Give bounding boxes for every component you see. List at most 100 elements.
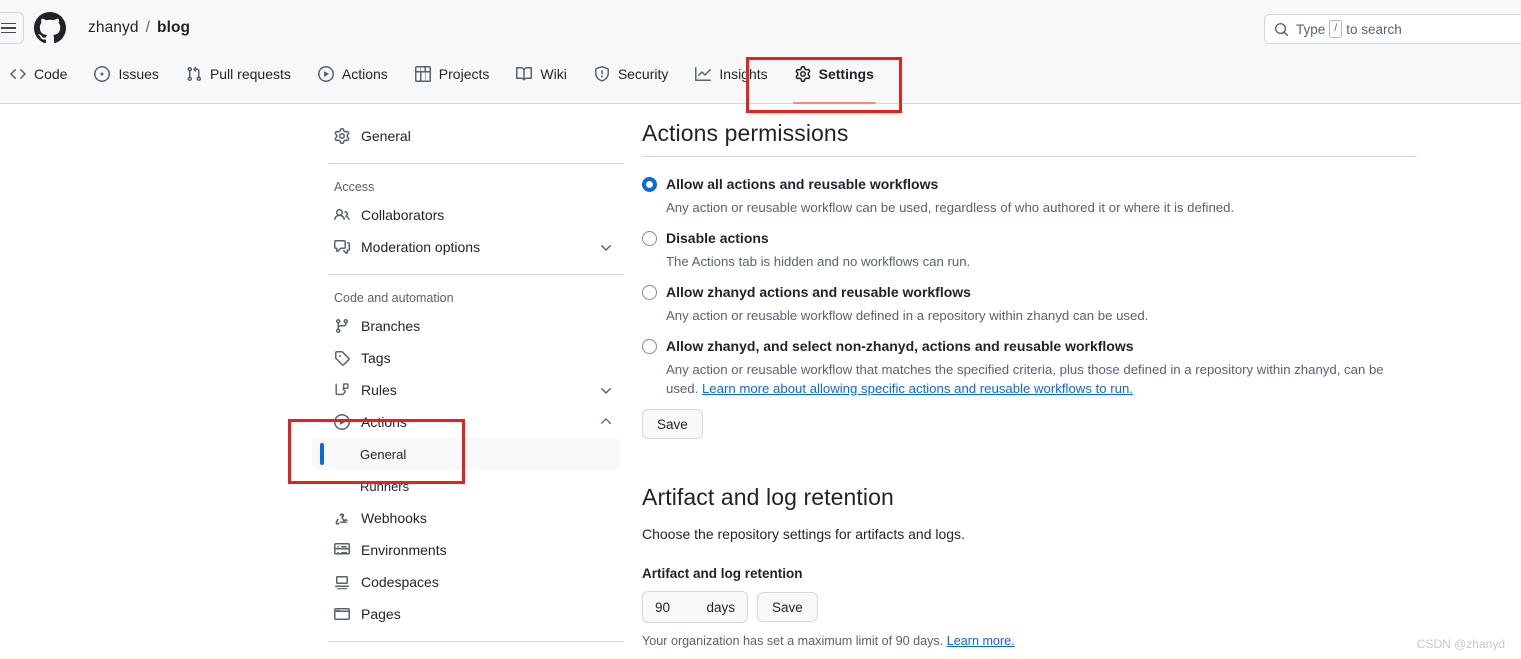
chevron-down-icon[interactable] [598, 382, 614, 398]
sidebar-item-label: Moderation options [361, 239, 481, 255]
retention-hint-text: Your organization has set a maximum limi… [642, 634, 947, 648]
radio-description: The Actions tab is hidden and no workflo… [666, 254, 971, 269]
radio-label: Allow zhanyd actions and reusable workfl… [666, 284, 971, 300]
radio-allow-all[interactable] [642, 177, 657, 192]
nav-tab-label: Projects [438, 65, 490, 82]
sidebar-divider [328, 274, 624, 275]
sidebar-item-environments[interactable]: Environments [312, 534, 624, 566]
sidebar-subitem-label: Runners [360, 478, 410, 494]
breadcrumb-separator: / [145, 19, 151, 36]
learn-more-specific-actions-link[interactable]: Learn more about allowing specific actio… [702, 381, 1133, 396]
radio-label: Disable actions [666, 230, 769, 246]
git-branch-icon [335, 319, 348, 334]
page-header: zhanyd / blog Type / to search [0, 0, 1521, 56]
search-placeholder: Type / to search [1296, 20, 1402, 38]
radio-label: Allow zhanyd, and select non-zhanyd, act… [666, 338, 1134, 354]
radio-allow-owner[interactable] [642, 285, 657, 300]
nav-tab-label: Wiki [540, 65, 567, 82]
sidebar-item-collaborators[interactable]: Collaborators [312, 199, 624, 231]
save-permissions-button[interactable]: Save [642, 409, 703, 439]
sidebar-item-label: Collaborators [361, 207, 445, 223]
sidebar-section-access: Access [334, 180, 375, 194]
radio-label: Allow all actions and reusable workflows [666, 176, 939, 192]
sidebar-item-pages[interactable]: Pages [312, 598, 624, 630]
sidebar-item-label: Actions [361, 414, 407, 430]
gear-icon [795, 65, 811, 82]
sidebar-item-branches[interactable]: Branches [312, 310, 624, 342]
radio-disable-actions[interactable] [642, 231, 657, 246]
radio-allow-select[interactable] [642, 339, 657, 354]
nav-tab-projects[interactable]: Projects [405, 57, 500, 90]
settings-sidebar: General Access Collaborators Moderation … [312, 120, 624, 653]
radio-description: Any action or reusable workflow can be u… [666, 200, 1235, 215]
gear-icon [334, 128, 350, 144]
retention-days-input[interactable]: 90 days [642, 591, 748, 623]
sidebar-subitem-actions-runners[interactable]: Runners [312, 470, 620, 502]
sidebar-subitem-actions-general[interactable]: General [312, 438, 620, 470]
search-icon [1274, 22, 1289, 36]
github-settings-page: zhanyd / blog Type / to search Code Issu… [0, 0, 1521, 659]
retention-unit: days [706, 599, 735, 615]
retention-value: 90 [655, 599, 671, 615]
chevron-up-icon[interactable] [598, 414, 614, 430]
server-icon [334, 543, 350, 555]
nav-tab-issues[interactable]: Issues [84, 57, 168, 90]
git-pull-request-icon [187, 66, 201, 81]
sidebar-item-label: Webhooks [361, 510, 427, 526]
permission-option-allow-all[interactable]: Allow all actions and reusable workflows [642, 174, 1417, 195]
sidebar-item-rules[interactable]: Rules [312, 374, 624, 406]
slash-key-badge: / [1329, 20, 1343, 38]
sidebar-item-codespaces[interactable]: Codespaces [312, 566, 624, 598]
sidebar-subitem-label: General [360, 446, 407, 462]
permission-option-allow-select[interactable]: Allow zhanyd, and select non-zhanyd, act… [642, 336, 1417, 357]
github-logo-icon[interactable] [34, 12, 66, 44]
rules-icon [335, 383, 349, 396]
permission-option-disable-actions[interactable]: Disable actions [642, 228, 1417, 249]
breadcrumb-owner[interactable]: zhanyd [88, 19, 139, 37]
sidebar-divider [328, 163, 624, 164]
nav-tab-label: Insights [719, 65, 768, 82]
sidebar-item-tags[interactable]: Tags [312, 342, 624, 374]
tag-icon [335, 351, 350, 366]
sidebar-item-label: Pages [361, 606, 401, 622]
nav-tab-security[interactable]: Security [584, 57, 679, 90]
sidebar-item-label: General [361, 128, 411, 144]
sidebar-item-general[interactable]: General [312, 120, 624, 152]
nav-tab-wiki[interactable]: Wiki [506, 57, 576, 90]
artifact-retention-field-label: Artifact and log retention [642, 566, 803, 581]
comment-discussion-icon [334, 240, 350, 254]
people-icon [334, 208, 350, 221]
graph-icon [695, 66, 712, 81]
nav-tab-code[interactable]: Code [0, 57, 77, 90]
nav-tab-label: Issues [118, 65, 159, 82]
sidebar-item-label: Tags [361, 350, 391, 366]
codespaces-icon [335, 576, 349, 590]
nav-tab-settings[interactable]: Settings [785, 57, 884, 104]
sidebar-item-moderation-options[interactable]: Moderation options [312, 231, 624, 263]
book-icon [516, 66, 533, 80]
permission-option-allow-owner[interactable]: Allow zhanyd actions and reusable workfl… [642, 282, 1417, 303]
chevron-down-icon[interactable] [598, 239, 614, 255]
breadcrumb-repo[interactable]: blog [157, 19, 190, 37]
artifact-retention-heading: Artifact and log retention [642, 484, 894, 510]
sidebar-item-webhooks[interactable]: Webhooks [312, 502, 624, 534]
nav-tab-actions[interactable]: Actions [308, 57, 398, 90]
breadcrumb: zhanyd / blog [88, 19, 190, 37]
sidebar-section-code-and-automation: Code and automation [334, 291, 454, 305]
browser-icon [334, 608, 350, 620]
sidebar-item-actions[interactable]: Actions [312, 406, 624, 438]
shield-icon [594, 65, 609, 82]
nav-tab-pull-requests[interactable]: Pull requests [176, 57, 301, 90]
nav-tab-insights[interactable]: Insights [685, 57, 777, 90]
save-retention-button[interactable]: Save [757, 592, 818, 622]
table-icon [414, 65, 431, 82]
sidebar-divider-bottom [328, 641, 624, 642]
hamburger-icon[interactable] [0, 12, 24, 44]
retention-controls: 90 days Save [642, 591, 1417, 623]
retention-learn-more-link[interactable]: Learn more. [947, 634, 1015, 648]
search-input[interactable]: Type / to search [1264, 14, 1521, 44]
radio-description-with-link: Any action or reusable workflow that mat… [666, 360, 1416, 398]
artifact-retention-description: Choose the repository settings for artif… [642, 526, 965, 542]
sidebar-item-label: Rules [361, 382, 397, 398]
nav-tab-label: Security [617, 65, 669, 82]
